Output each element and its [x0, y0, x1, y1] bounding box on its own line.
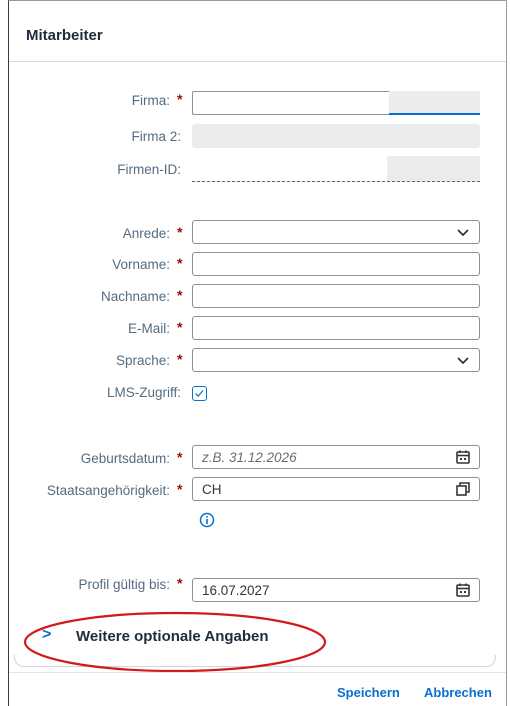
footer-separator — [9, 672, 506, 673]
dialog-title: Mitarbeiter — [26, 27, 103, 44]
dialog-header: Mitarbeiter — [9, 0, 506, 62]
chevron-down-icon — [457, 357, 469, 365]
save-button[interactable]: Speichern — [337, 685, 400, 700]
firma-input[interactable] — [192, 91, 480, 115]
geburtsdatum-placeholder: z.B. 31.12.2026 — [202, 450, 297, 465]
required-marker: * — [177, 319, 183, 335]
nachname-label: Nachname: — [100, 289, 170, 304]
required-marker: * — [177, 287, 183, 303]
required-marker: * — [177, 449, 183, 465]
profil-label: Profil gültig bis: — [78, 577, 170, 592]
profil-value: 16.07.2027 — [202, 583, 270, 598]
vorname-input[interactable] — [192, 252, 480, 276]
vorname-label: Vorname: — [112, 257, 170, 272]
calendar-icon[interactable] — [455, 449, 471, 465]
firma-label: Firma: — [131, 93, 170, 108]
info-icon[interactable] — [199, 512, 215, 528]
required-marker: * — [177, 481, 183, 497]
cancel-button[interactable]: Abbrechen — [424, 685, 492, 700]
required-marker: * — [177, 575, 183, 591]
sprache-select[interactable] — [192, 348, 480, 372]
firmen-id-field — [192, 156, 480, 182]
chevron-down-icon — [457, 229, 469, 237]
lms-checkbox[interactable] — [192, 386, 207, 401]
staat-value: CH — [202, 482, 222, 497]
anrede-label: Anrede: — [122, 226, 170, 241]
required-marker: * — [177, 351, 183, 367]
profil-input[interactable]: 16.07.2027 — [192, 578, 480, 602]
firma-value-help[interactable] — [389, 91, 480, 115]
sprache-label: Sprache: — [115, 353, 170, 368]
staat-input[interactable]: CH — [192, 477, 480, 501]
geburtsdatum-input[interactable]: z.B. 31.12.2026 — [192, 445, 480, 469]
anrede-select[interactable] — [192, 220, 480, 244]
required-marker: * — [177, 91, 183, 107]
staat-label: Staatsangehörigkeit: — [46, 483, 170, 498]
lms-label: LMS-Zugriff: — [106, 385, 181, 400]
geburtsdatum-label: Geburtsdatum: — [80, 451, 170, 466]
red-annotation-ellipse — [23, 611, 327, 673]
firma2-field — [192, 124, 480, 148]
value-help-icon[interactable] — [455, 481, 471, 497]
checkmark-icon — [195, 390, 204, 397]
required-marker: * — [177, 255, 183, 271]
nachname-input[interactable] — [192, 284, 480, 308]
firmen-id-label: Firmen-ID: — [117, 162, 181, 177]
calendar-icon[interactable] — [455, 582, 471, 598]
required-marker: * — [177, 224, 183, 240]
firma2-label: Firma 2: — [131, 129, 181, 144]
email-label: E-Mail: — [127, 321, 170, 336]
email-input[interactable] — [192, 316, 480, 340]
firmen-id-readonly-area — [192, 156, 387, 181]
